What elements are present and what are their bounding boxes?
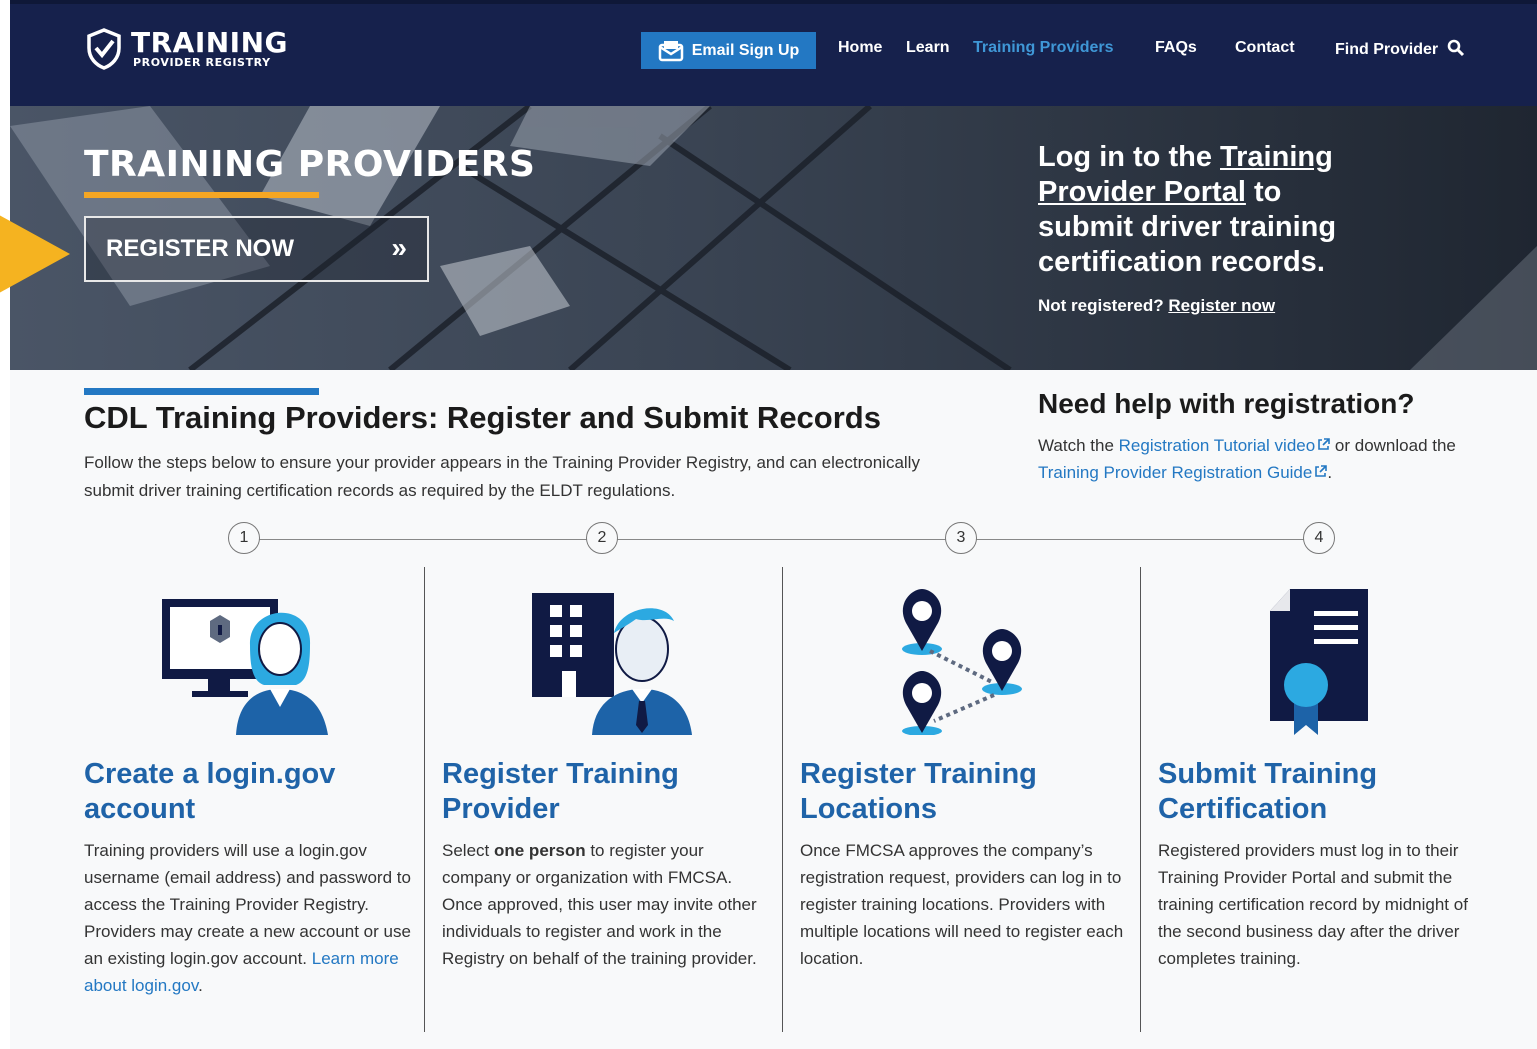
nav-find-provider[interactable]: Find Provider [1335,39,1465,59]
column-divider [424,567,425,1032]
step-2-title: Register Training Provider [442,758,679,825]
hero-banner: TRAINING PROVIDERS REGISTER NOW » Log in… [10,106,1537,370]
step-2-desc-post: to register your company or organization… [442,841,757,968]
external-link-icon [1315,465,1328,477]
hero-title: TRAINING PROVIDERS [84,144,536,185]
steps-connector-line [244,539,1322,540]
shield-icon [87,28,121,70]
login-prompt: Log in to the Training Provider Portal t… [1038,140,1378,280]
step-2-description: Select one person to register your compa… [442,837,772,972]
register-now-button[interactable]: REGISTER NOW » [84,216,429,282]
nav-contact[interactable]: Contact [1235,39,1295,57]
nav-training-providers[interactable]: Training Providers [973,39,1113,57]
hero-title-underline [84,192,319,198]
step-number-1: 1 [228,522,260,554]
step-1-title: Create a login.gov account [84,758,336,825]
page-description: Follow the steps below to ensure your pr… [84,453,920,500]
help-heading: Need help with registration? [1038,388,1415,419]
help-text-1: Watch the [1038,436,1119,455]
map-pins-icon [902,589,1022,735]
step-1-description: Training providers will use a login.gov … [84,837,414,999]
step-1-desc-tail: . [198,976,203,995]
top-nav-bar: TRAINING PROVIDER REGISTRY Email Sign Up… [10,0,1537,106]
nav-find-provider-label: Find Provider [1335,41,1439,58]
nav-home[interactable]: Home [838,39,882,57]
arrow-indicator-icon [0,215,70,293]
computer-woman-icon [162,599,328,735]
register-now-label: REGISTER NOW [106,235,295,262]
nav-learn[interactable]: Learn [906,39,950,57]
column-divider [1140,567,1141,1032]
step-3-title: Register Training Locations [800,758,1037,825]
not-registered-prompt: Not registered? Register now [1038,296,1275,316]
registration-tutorial-link[interactable]: Registration Tutorial video [1119,436,1316,455]
email-signup-label: Email Sign Up [691,41,800,59]
step-number-3: 3 [945,522,977,554]
building-man-icon [532,593,692,735]
search-icon [1447,39,1464,57]
step-number-2: 2 [586,522,618,554]
help-text: Watch the Registration Tutorial video or… [1038,432,1498,486]
step-2-desc-pre: Select [442,841,494,860]
step-2-desc-bold: one person [493,841,586,860]
double-chevron-icon: » [391,232,407,263]
help-text-3: . [1327,463,1333,482]
register-now-link[interactable]: Register now [1168,296,1275,315]
site-logo[interactable]: TRAINING PROVIDER REGISTRY [85,28,288,70]
step-4-description: Registered providers must log in to thei… [1158,841,1468,968]
step-3-description: Once FMCSA approves the company’s regist… [800,841,1124,968]
step-4-title: Submit Training Certification [1158,758,1378,825]
certificate-icon [1270,589,1368,735]
nav-faqs[interactable]: FAQs [1155,39,1197,57]
step-number-4: 4 [1303,522,1335,554]
logo-subtitle: PROVIDER REGISTRY [133,55,271,69]
help-text-2: or download the [1330,436,1456,455]
logo-title: TRAINING [131,25,289,59]
section-accent-rule [84,388,319,395]
column-divider [782,567,783,1032]
not-registered-text: Not registered? [1038,296,1169,315]
registration-guide-link[interactable]: Training Provider Registration Guide [1038,463,1312,482]
page-title: CDL Training Providers: Register and Sub… [84,400,881,435]
external-link-icon [1318,438,1330,450]
envelope-icon [658,40,683,61]
email-signup-button[interactable]: Email Sign Up [641,32,816,69]
page: TRAINING PROVIDER REGISTRY Email Sign Up… [10,0,1537,1049]
login-text-part1: Log in to the [1038,141,1221,173]
